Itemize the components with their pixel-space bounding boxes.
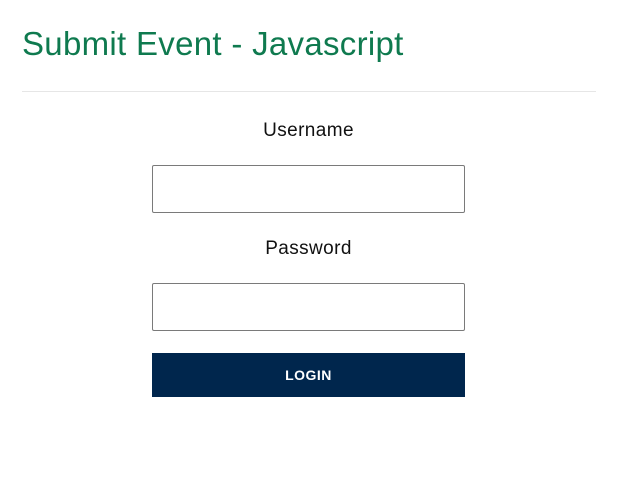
login-button[interactable]: LOGIN [152, 353, 465, 397]
page-title: Submit Event - Javascript [22, 25, 404, 62]
header-divider [22, 91, 596, 92]
username-label: Username [263, 120, 354, 141]
username-input[interactable] [152, 165, 465, 213]
password-input[interactable] [152, 283, 465, 331]
password-label: Password [265, 238, 352, 259]
